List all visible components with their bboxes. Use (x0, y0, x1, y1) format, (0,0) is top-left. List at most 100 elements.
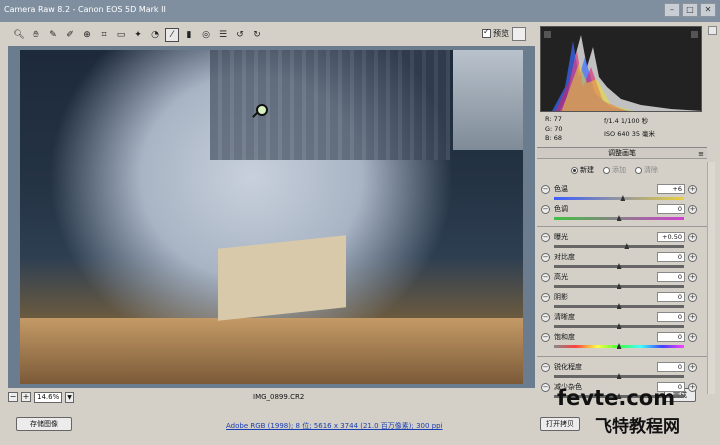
mode-add[interactable]: 添加 (603, 165, 626, 175)
tint-minus-icon[interactable]: − (541, 205, 550, 214)
blue-value: B: 68 (545, 134, 562, 142)
preview-toggle[interactable]: 预览 (482, 27, 509, 39)
preview-label: 预览 (493, 29, 509, 38)
exposure-slider-row: − 曝光 +0.50 + (537, 232, 707, 252)
clarity-slider-row: − 清晰度 0 + (537, 312, 707, 332)
photo-preview[interactable] (20, 50, 523, 384)
save-image-button[interactable]: 存储图像 (16, 417, 72, 431)
tint-slider-row: − 色调 0 + (537, 204, 707, 224)
fullscreen-button[interactable] (512, 27, 526, 41)
highlights-plus-icon[interactable]: + (688, 273, 697, 282)
clarity-value[interactable]: 0 (657, 312, 685, 322)
exposure-track[interactable] (554, 245, 684, 248)
book (218, 235, 346, 321)
saturation-plus-icon[interactable]: + (688, 333, 697, 342)
contrast-plus-icon[interactable]: + (688, 253, 697, 262)
mode-erase-label: 清除 (644, 166, 658, 174)
zoom-level[interactable]: 14.6% (34, 391, 62, 403)
radial-filter-icon[interactable]: ◎ (199, 28, 213, 42)
adjustment-brush-icon[interactable]: ⁄ (165, 28, 179, 42)
logo-line-1: fevte.com (557, 386, 676, 410)
zoom-in-button[interactable]: + (21, 392, 31, 402)
shadows-value[interactable]: 0 (657, 292, 685, 302)
shadows-minus-icon[interactable]: − (541, 293, 550, 302)
shadows-plus-icon[interactable]: + (688, 293, 697, 302)
status-bar: − + 14.6% ▼ IMG_0899.CR2 (8, 390, 535, 404)
contrast-value[interactable]: 0 (657, 252, 685, 262)
rotate-right-icon[interactable]: ↻ (250, 28, 264, 42)
slider-separator (537, 356, 707, 357)
watermark-logo: fevte.com 飞特教程网 (555, 386, 720, 445)
radio-icon (603, 166, 610, 174)
brush-pin-icon[interactable] (256, 104, 268, 116)
highlight-clipping-icon[interactable] (691, 31, 698, 38)
panel-title: 调整画笔 (608, 149, 636, 157)
straighten-icon[interactable]: ▭ (114, 28, 128, 42)
panel-scrollbar[interactable] (707, 162, 715, 394)
clarity-plus-icon[interactable]: + (688, 313, 697, 322)
green-value: G: 70 (545, 124, 563, 133)
brush-mode-row: 新建 添加 清除 (537, 160, 707, 180)
saturation-value[interactable]: 0 (657, 332, 685, 342)
radio-icon (635, 166, 642, 174)
minimize-button[interactable]: – (664, 3, 680, 17)
shadows-slider-row: − 阴影 0 + (537, 292, 707, 312)
logo-line-2: 飞特教程网 (595, 417, 680, 437)
zoom-icon[interactable]: 🔍︎ (12, 28, 26, 42)
right-panel: R: 77 G: 70 B: 68 f/1.4 1/100 秒 ISO 640 … (537, 22, 720, 408)
mode-add-label: 添加 (612, 166, 626, 174)
tint-value[interactable]: 0 (657, 204, 685, 214)
crop-icon[interactable]: ⌗ (97, 28, 111, 42)
exposure-minus-icon[interactable]: − (541, 233, 550, 242)
desk (20, 318, 523, 384)
preview-checkbox[interactable] (482, 27, 491, 38)
workflow-options-link[interactable]: Adobe RGB (1998); 8 位; 5616 x 3744 (21.0… (226, 421, 443, 431)
mode-new-label: 新建 (580, 166, 594, 174)
contrast-minus-icon[interactable]: − (541, 253, 550, 262)
info-readout: R: 77 G: 70 B: 68 f/1.4 1/100 秒 ISO 640 … (545, 115, 703, 147)
maximize-button[interactable]: □ (682, 3, 698, 17)
panel-menu-icon[interactable]: ≡ (698, 149, 704, 159)
highlights-value[interactable]: 0 (657, 272, 685, 282)
temperature-plus-icon[interactable]: + (688, 185, 697, 194)
white-balance-icon[interactable]: ✎ (46, 28, 60, 42)
exposure-plus-icon[interactable]: + (688, 233, 697, 242)
color-sampler-icon[interactable]: ✐ (63, 28, 77, 42)
contrast-slider-row: − 对比度 0 + (537, 252, 707, 272)
tint-plus-icon[interactable]: + (688, 205, 697, 214)
sharpness-value[interactable]: 0 (657, 362, 685, 372)
radio-icon (571, 166, 578, 174)
exposure-value[interactable]: +0.50 (657, 232, 685, 242)
zoom-dropdown[interactable]: ▼ (65, 391, 74, 403)
mode-new[interactable]: 新建 (571, 165, 594, 175)
shadow-clipping-icon[interactable] (544, 31, 551, 38)
sharpness-plus-icon[interactable]: + (688, 363, 697, 372)
clarity-minus-icon[interactable]: − (541, 313, 550, 322)
temperature-label: 色温 (554, 185, 568, 193)
zoom-out-button[interactable]: − (8, 392, 18, 402)
window-controls: – □ ✕ (664, 3, 716, 17)
tool-bar: 🔍︎ ✋︎ ✎ ✐ ⊕ ⌗ ▭ ✦ ◔ ⁄ ▮ ◎ ☰ ↺ ↻ (8, 24, 528, 46)
image-preview-area (8, 46, 535, 388)
temperature-value[interactable]: +6 (657, 184, 685, 194)
rotate-left-icon[interactable]: ↺ (233, 28, 247, 42)
saturation-slider-row: − 饱和度 0 + (537, 332, 707, 352)
close-button[interactable]: ✕ (700, 3, 716, 17)
temperature-minus-icon[interactable]: − (541, 185, 550, 194)
temperature-track[interactable] (554, 197, 684, 200)
highlights-minus-icon[interactable]: − (541, 273, 550, 282)
tint-label: 色调 (554, 205, 568, 213)
aperture-shutter: f/1.4 1/100 秒 (604, 117, 649, 125)
panel-options-icon[interactable] (708, 26, 717, 35)
red-eye-icon[interactable]: ◔ (148, 28, 162, 42)
preferences-icon[interactable]: ☰ (216, 28, 230, 42)
target-adjust-icon[interactable]: ⊕ (80, 28, 94, 42)
graduated-filter-icon[interactable]: ▮ (182, 28, 196, 42)
sharpness-minus-icon[interactable]: − (541, 363, 550, 372)
spot-removal-icon[interactable]: ✦ (131, 28, 145, 42)
saturation-minus-icon[interactable]: − (541, 333, 550, 342)
sharpness-label: 锐化程度 (554, 363, 582, 371)
mode-erase[interactable]: 清除 (635, 165, 658, 175)
noise-reduction-minus-icon[interactable]: − (541, 383, 550, 392)
hand-icon[interactable]: ✋︎ (29, 28, 43, 42)
